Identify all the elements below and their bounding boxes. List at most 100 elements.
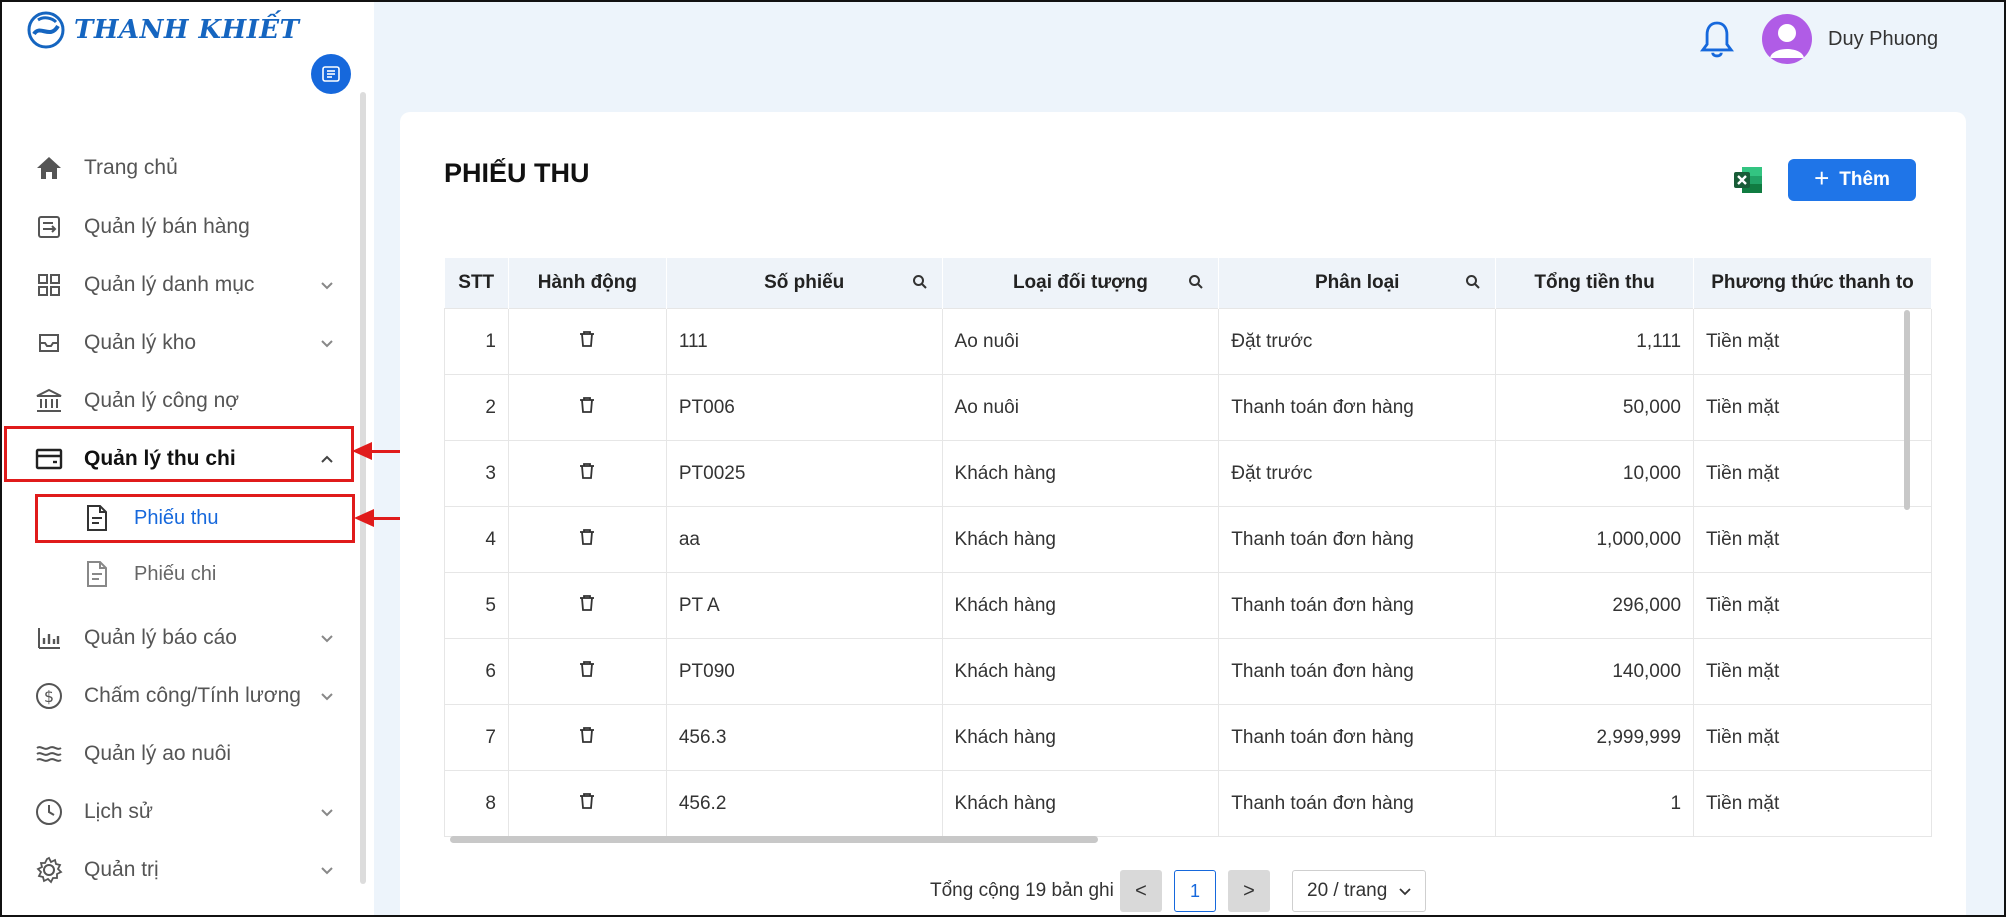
cell-phan-loai: Thanh toán đơn hàng: [1218, 374, 1497, 441]
cell-tong-tien-thu: 296,000: [1495, 572, 1695, 639]
cell-phuong-thuc: Tiền mặt: [1693, 770, 1932, 837]
cell-tong-tien-thu: 1,111: [1495, 308, 1695, 375]
brand-logo[interactable]: THANH KHIẾT: [26, 8, 299, 52]
delete-icon[interactable]: [578, 792, 596, 810]
bar-chart-icon: [34, 623, 64, 653]
sidebar-item-lich-su[interactable]: Lịch sử: [34, 792, 336, 832]
table-row[interactable]: 2 PT006 Ao nuôi Thanh toán đơn hàng 50,0…: [444, 374, 1932, 441]
cell-so-phieu: 456.3: [665, 704, 943, 771]
add-button[interactable]: + Thêm: [1788, 159, 1916, 201]
current-page-button[interactable]: 1: [1174, 870, 1216, 912]
delete-icon[interactable]: [578, 726, 596, 744]
sidebar-subitem-label: Phiếu chi: [134, 562, 217, 585]
menu-fold-icon: [322, 66, 340, 82]
column-header-so-phieu[interactable]: Số phiếu: [666, 258, 943, 309]
table-vertical-scrollbar[interactable]: [1904, 310, 1910, 510]
table-row[interactable]: 6 PT090 Khách hàng Thanh toán đơn hàng 1…: [444, 638, 1932, 705]
cell-phuong-thuc: Tiền mặt: [1693, 572, 1932, 639]
delete-icon[interactable]: [578, 330, 596, 348]
cell-tong-tien-thu: 2,999,999: [1495, 704, 1695, 771]
sidebar-item-cham-cong[interactable]: $ Chấm công/Tính lương: [34, 676, 336, 716]
bank-icon: [34, 386, 64, 416]
prev-page-button[interactable]: <: [1120, 870, 1162, 912]
table-row[interactable]: 3 PT0025 Khách hàng Đặt trước 10,000 Tiề…: [444, 440, 1932, 507]
column-header-phan-loai[interactable]: Phân loại: [1218, 258, 1497, 309]
bell-icon[interactable]: [1700, 20, 1734, 60]
chevron-down-icon: [321, 693, 333, 701]
search-icon[interactable]: [1465, 274, 1481, 290]
table-row[interactable]: 7 456.3 Khách hàng Thanh toán đơn hàng 2…: [444, 704, 1932, 771]
logo-icon: [27, 11, 65, 49]
sidebar-item-kho[interactable]: Quản lý kho: [34, 323, 336, 363]
cell-phan-loai: Đặt trước: [1218, 440, 1497, 507]
username[interactable]: Duy Phuong: [1828, 28, 1938, 51]
cell-so-phieu: PT006: [665, 374, 943, 441]
cell-loai-doi-tuong: Khách hàng: [941, 770, 1220, 837]
cell-stt: 8: [444, 770, 509, 837]
cell-phuong-thuc: Tiền mặt: [1693, 704, 1932, 771]
cell-action: [507, 770, 667, 837]
cell-loai-doi-tuong: Ao nuôi: [941, 308, 1220, 375]
sidebar-scrollbar[interactable]: [360, 92, 366, 884]
cell-phuong-thuc: Tiền mặt: [1693, 506, 1932, 573]
table-row[interactable]: 1 111 Ao nuôi Đặt trước 1,111 Tiền mặt: [444, 308, 1932, 375]
cell-loai-doi-tuong: Khách hàng: [941, 506, 1220, 573]
app-frame: Duy Phuong THANH KHIẾT Trang chủ Quản lý…: [0, 0, 2006, 917]
document-icon: [84, 559, 110, 589]
delete-icon[interactable]: [578, 528, 596, 546]
cell-action: [507, 572, 667, 639]
sidebar-item-label: Chấm công/Tính lương: [84, 684, 301, 707]
sidebar-item-bao-cao[interactable]: Quản lý báo cáo: [34, 618, 336, 658]
top-header: [374, 2, 2004, 86]
sidebar-item-danh-muc[interactable]: Quản lý danh mục: [34, 265, 336, 305]
cell-phuong-thuc: Tiền mặt: [1693, 440, 1932, 507]
sales-icon: [34, 212, 64, 242]
column-header-label: Loại đối tượng: [1012, 272, 1148, 293]
cell-so-phieu: PT090: [665, 638, 943, 705]
cell-loai-doi-tuong: Khách hàng: [941, 638, 1220, 705]
column-header-label: Số phiếu: [764, 272, 845, 293]
waves-icon: [34, 739, 64, 769]
next-page-button[interactable]: >: [1228, 870, 1270, 912]
delete-icon[interactable]: [578, 462, 596, 480]
total-records-text: Tổng cộng 19 bản ghi: [930, 880, 1114, 901]
sidebar-item-label: Lịch sử: [84, 800, 153, 823]
sidebar-item-label: Quản lý danh mục: [84, 273, 255, 296]
sidebar-item-trang-chu[interactable]: Trang chủ: [34, 148, 336, 188]
excel-export-icon[interactable]: [1732, 164, 1764, 196]
cell-stt: 4: [444, 506, 509, 573]
avatar[interactable]: [1762, 14, 1812, 64]
sidebar-item-cong-no[interactable]: Quản lý công nợ: [34, 381, 336, 421]
cell-stt: 7: [444, 704, 509, 771]
sidebar-item-quan-tri[interactable]: Quản trị: [34, 850, 336, 890]
cell-stt: 1: [444, 308, 509, 375]
table-row[interactable]: 4 aa Khách hàng Thanh toán đơn hàng 1,00…: [444, 506, 1932, 573]
sidebar-item-ao-nuoi[interactable]: Quản lý ao nuôi: [34, 734, 336, 774]
collapse-sidebar-button[interactable]: [311, 54, 351, 94]
search-icon[interactable]: [912, 274, 928, 290]
chevron-down-icon: [321, 809, 333, 817]
cell-so-phieu: 456.2: [665, 770, 943, 837]
column-header-loai-doi-tuong[interactable]: Loại đối tượng: [942, 258, 1220, 309]
brand-name: THANH KHIẾT: [74, 15, 300, 45]
sidebar-item-label: Quản lý bán hàng: [84, 215, 250, 238]
cell-loai-doi-tuong: Khách hàng: [941, 440, 1220, 507]
cell-action: [507, 638, 667, 705]
page-size-select[interactable]: 20 / trang: [1292, 870, 1426, 912]
table-row[interactable]: 8 456.2 Khách hàng Thanh toán đơn hàng 1…: [444, 770, 1932, 837]
delete-icon[interactable]: [578, 594, 596, 612]
chevron-down-icon: [1399, 888, 1411, 896]
chevron-down-icon: [321, 867, 333, 875]
cell-tong-tien-thu: 140,000: [1495, 638, 1695, 705]
delete-icon[interactable]: [578, 396, 596, 414]
delete-icon[interactable]: [578, 660, 596, 678]
cell-loai-doi-tuong: Khách hàng: [941, 572, 1220, 639]
sidebar-subitem-phieu-chi[interactable]: Phiếu chi: [84, 554, 216, 594]
table-row[interactable]: 5 PT A Khách hàng Thanh toán đơn hàng 29…: [444, 572, 1932, 639]
column-header-label: Phân loại: [1314, 272, 1400, 293]
sidebar-item-ban-hang[interactable]: Quản lý bán hàng: [34, 207, 336, 247]
inbox-icon: [34, 328, 64, 358]
home-icon: [34, 153, 64, 183]
search-icon[interactable]: [1188, 274, 1204, 290]
table-horizontal-scrollbar[interactable]: [450, 836, 1098, 843]
